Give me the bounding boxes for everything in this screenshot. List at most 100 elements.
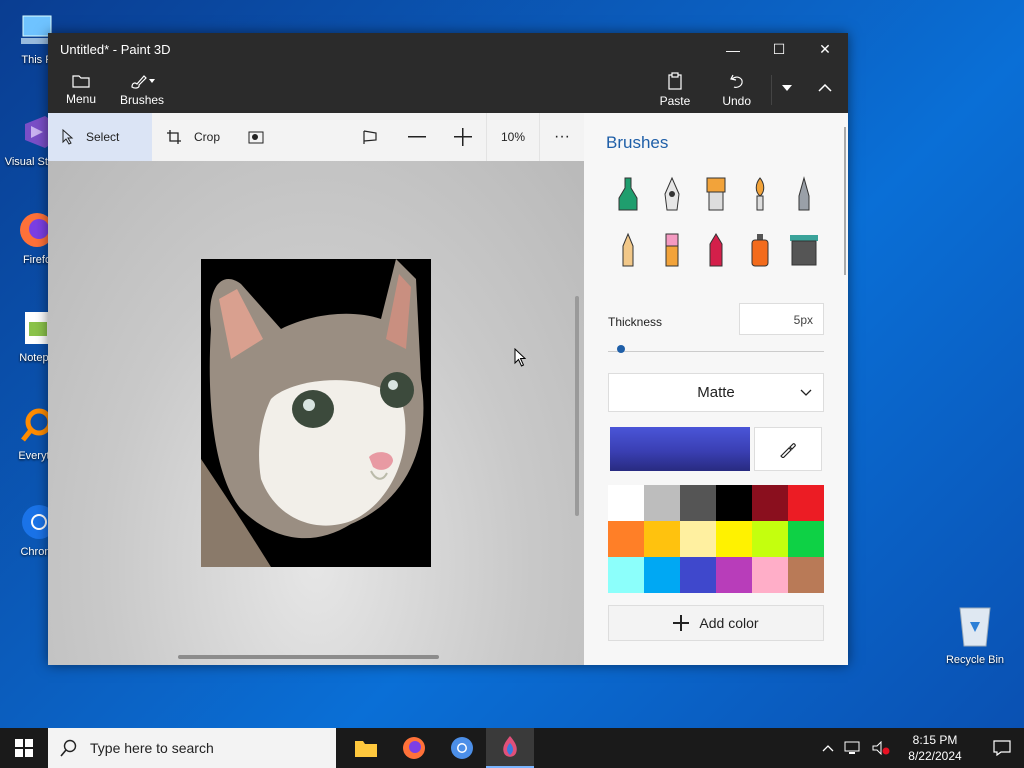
menu-button[interactable]: Menu [54, 66, 108, 113]
palette-swatch[interactable] [608, 485, 644, 521]
action-center-button[interactable] [980, 728, 1024, 768]
palette-swatch[interactable] [788, 521, 824, 557]
palette-swatch[interactable] [644, 521, 680, 557]
zoom-out-button[interactable] [394, 113, 440, 161]
palette-swatch[interactable] [752, 485, 788, 521]
eyedropper-icon [780, 443, 796, 458]
horizontal-scrollbar[interactable] [178, 655, 439, 659]
panel-scrollbar[interactable] [844, 127, 846, 275]
palette-swatch[interactable] [716, 521, 752, 557]
firefox-icon [403, 737, 425, 759]
search-icon [60, 739, 77, 757]
crayon-brush[interactable] [694, 231, 738, 269]
color-palette [608, 485, 824, 593]
palette-swatch[interactable] [716, 557, 752, 593]
paint3d-window: Untitled* - Paint 3D — ☐ ✕ Menu Brushes … [48, 33, 848, 665]
pixel-pen-brush[interactable] [782, 175, 826, 213]
network-icon[interactable] [844, 741, 862, 755]
clock[interactable]: 8:15 PM 8/22/2024 [900, 732, 970, 764]
brushes-button[interactable]: Brushes [108, 66, 176, 113]
marker-icon [618, 177, 638, 211]
calligraphy-brush[interactable] [650, 175, 694, 213]
taskbar-file-explorer[interactable] [342, 728, 390, 768]
palette-swatch[interactable] [788, 485, 824, 521]
more-button[interactable]: ··· [540, 113, 584, 161]
canvas-toolbar: Select Crop 10% ··· [48, 113, 584, 161]
paste-label: Paste [659, 93, 691, 108]
marker-brush[interactable] [606, 175, 650, 213]
vertical-scrollbar[interactable] [575, 296, 579, 516]
pencil-icon [622, 232, 634, 267]
eraser-brush[interactable] [650, 231, 694, 269]
fill-brush[interactable] [782, 231, 826, 269]
pencil-brush[interactable] [606, 231, 650, 269]
cat-image[interactable] [201, 259, 431, 567]
desktop-icon-recycle-bin[interactable]: Recycle Bin [942, 602, 1008, 666]
mouse-cursor-icon [514, 348, 527, 367]
eyedropper-button[interactable] [754, 427, 822, 471]
chevron-down-icon [800, 389, 812, 396]
close-button[interactable]: ✕ [802, 33, 848, 66]
palette-swatch[interactable] [788, 557, 824, 593]
minimize-button[interactable]: — [710, 33, 756, 66]
crop-icon [167, 130, 181, 144]
paste-button[interactable]: Paste [648, 66, 703, 113]
select-tool[interactable]: Select [48, 113, 152, 161]
collapse-ribbon-button[interactable] [802, 66, 848, 113]
volume-muted-icon[interactable] [872, 741, 890, 755]
palette-swatch[interactable] [644, 485, 680, 521]
taskbar-search-box[interactable]: Type here to search [48, 728, 336, 768]
brush-grid [606, 175, 826, 269]
palette-swatch[interactable] [608, 557, 644, 593]
undo-button[interactable]: Undo [702, 66, 771, 113]
taskbar-paint3d[interactable] [486, 728, 534, 768]
add-color-button[interactable]: Add color [608, 605, 824, 641]
window-title: Untitled* - Paint 3D [60, 42, 171, 57]
taskbar-firefox[interactable] [390, 728, 438, 768]
crayon-icon [709, 233, 723, 267]
finish-dropdown[interactable]: Matte [608, 373, 824, 412]
title-bar[interactable]: Untitled* - Paint 3D — ☐ ✕ [48, 33, 848, 66]
plus-icon [673, 615, 690, 631]
crop-tool[interactable]: Crop [152, 113, 234, 161]
canvas-area[interactable] [48, 161, 584, 665]
magic-select-tool[interactable] [234, 113, 280, 161]
panel-title: Brushes [606, 133, 669, 152]
flag-tool[interactable] [348, 113, 394, 161]
folder-icon [72, 74, 90, 88]
zoom-level[interactable]: 10% [487, 113, 539, 161]
palette-swatch[interactable] [752, 521, 788, 557]
thickness-slider-thumb[interactable] [616, 345, 625, 353]
magic-select-icon [248, 131, 264, 144]
pixel-pen-icon [798, 176, 810, 211]
palette-swatch[interactable] [680, 485, 716, 521]
zoom-in-button[interactable] [440, 113, 486, 161]
search-placeholder: Type here to search [90, 740, 214, 756]
oil-brush[interactable] [694, 175, 738, 213]
plus-icon [453, 128, 472, 146]
watercolor-brush[interactable] [738, 175, 782, 213]
palette-swatch[interactable] [680, 557, 716, 593]
thickness-label: Thickness [608, 315, 663, 329]
history-dropdown-button[interactable] [771, 74, 802, 105]
chromium-icon [451, 737, 473, 759]
taskbar-chromium[interactable] [438, 728, 486, 768]
system-tray: 8:15 PM 8/22/2024 [822, 728, 1024, 768]
minus-icon [407, 136, 426, 138]
thickness-slider[interactable] [608, 351, 824, 352]
pointer-icon [62, 129, 74, 145]
taskbar: Type here to search 8:15 PM 8/22/2024 [0, 728, 1024, 768]
palette-swatch[interactable] [716, 485, 752, 521]
palette-swatch[interactable] [644, 557, 680, 593]
thickness-input[interactable]: 5px [739, 303, 824, 335]
chevron-up-icon[interactable] [822, 744, 834, 752]
start-button[interactable] [0, 728, 48, 768]
current-color-swatch[interactable] [610, 427, 750, 471]
palette-swatch[interactable] [680, 521, 716, 557]
palette-swatch[interactable] [608, 521, 644, 557]
recycle-bin-label: Recycle Bin [945, 654, 1005, 666]
spray-can-brush[interactable] [738, 231, 782, 269]
maximize-button[interactable]: ☐ [756, 33, 802, 66]
palette-swatch[interactable] [752, 557, 788, 593]
undo-label: Undo [722, 93, 751, 108]
